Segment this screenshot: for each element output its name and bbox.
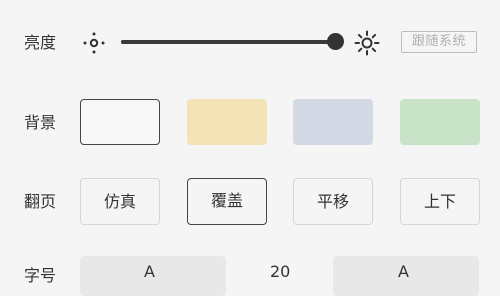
page-turn-cover-button[interactable]: 覆盖: [187, 178, 267, 225]
font-size-decrease-glyph: A: [144, 262, 155, 281]
background-label: 背景: [24, 113, 57, 132]
page-turn-simulation-button[interactable]: 仿真: [80, 178, 160, 225]
brightness-label: 亮度: [24, 33, 57, 52]
sun-high-icon[interactable]: [354, 30, 380, 56]
font-size-label: 字号: [24, 266, 57, 285]
font-size-value: 20: [270, 262, 291, 281]
page-turn-label: 翻页: [24, 192, 57, 211]
background-swatch-white[interactable]: [80, 99, 160, 145]
sun-low-icon[interactable]: [82, 31, 106, 55]
page-turn-vertical-button[interactable]: 上下: [400, 178, 480, 225]
follow-system-button[interactable]: 跟随系统: [401, 31, 477, 53]
background-swatch-green[interactable]: [400, 99, 480, 145]
background-swatch-yellow[interactable]: [187, 99, 267, 145]
brightness-slider-fill: [121, 40, 335, 44]
brightness-slider[interactable]: [121, 40, 335, 44]
brightness-slider-thumb[interactable]: [327, 33, 344, 50]
page-turn-slide-button[interactable]: 平移: [293, 178, 373, 225]
background-swatch-blue[interactable]: [293, 99, 373, 145]
font-size-increase-glyph: A: [398, 262, 409, 281]
